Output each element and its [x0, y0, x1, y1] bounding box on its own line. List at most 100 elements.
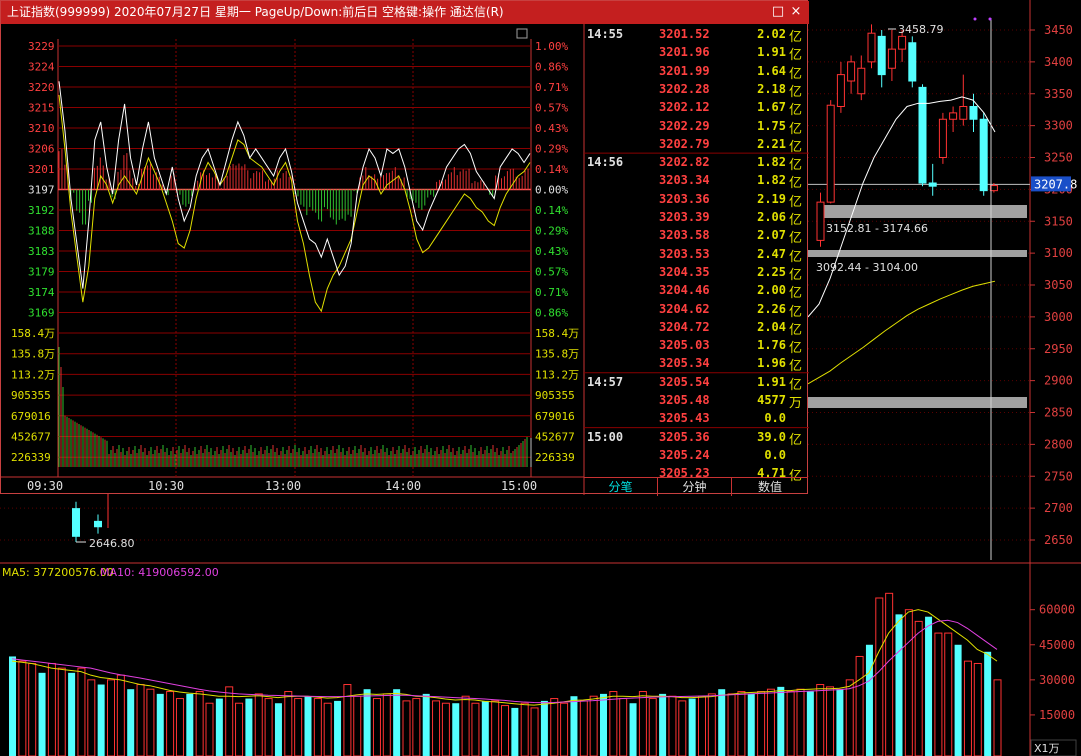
- vol-tick-label: 60000: [1039, 603, 1075, 617]
- volume-bar: [363, 689, 371, 756]
- volume-bar: [659, 693, 667, 756]
- vol-axis-label-right: 679016: [535, 410, 575, 423]
- volume-bar: [382, 693, 391, 756]
- tab-fenbi[interactable]: 分笔: [584, 478, 658, 496]
- volume-bar: [737, 691, 746, 756]
- pct-axis-label: 1.00%: [535, 40, 568, 53]
- trade-unit: 亿: [789, 66, 803, 82]
- volume-bar: [648, 698, 657, 756]
- trade-unit: 亿: [789, 377, 803, 393]
- price-tick-label: 3450: [1044, 23, 1073, 37]
- volume-bar: [461, 695, 470, 756]
- trade-unit: 亿: [789, 48, 803, 64]
- candle-body: [969, 106, 978, 120]
- trade-price: 3202.29: [659, 118, 710, 133]
- candle-body: [887, 48, 896, 69]
- trade-amount: 1.67: [757, 100, 786, 115]
- volume-bar: [146, 688, 155, 756]
- volume-bar: [452, 703, 460, 756]
- price-tick-label: 3350: [1044, 87, 1073, 101]
- trade-time: 15:00: [587, 429, 624, 444]
- volume-bar: [274, 703, 282, 756]
- volume-bar: [175, 698, 184, 756]
- volume-bar: [412, 698, 421, 756]
- trade-unit: 亿: [789, 304, 803, 320]
- volume-bar: [925, 616, 933, 756]
- volume-bar: [570, 696, 578, 756]
- trade-amount: 2.25: [757, 264, 786, 279]
- pct-axis-label: 0.57%: [535, 266, 568, 279]
- pct-axis-label: 0.86%: [535, 61, 568, 74]
- trade-amount: 2.21: [757, 136, 786, 151]
- volume-bar: [540, 700, 548, 756]
- price-axis-label: 3192: [28, 204, 55, 217]
- trade-amount: 2.04: [757, 319, 786, 334]
- price-tick-label: 2850: [1044, 406, 1073, 420]
- volume-bar: [589, 695, 598, 756]
- volume-bar: [688, 698, 696, 756]
- volume-bar: [334, 700, 342, 756]
- volume-bar: [855, 655, 864, 756]
- volume-bar: [47, 662, 56, 756]
- volume-bar: [718, 689, 726, 756]
- trade-unit: 亿: [789, 231, 803, 247]
- pct-axis-label: 0.71%: [535, 286, 568, 299]
- volume-bar: [766, 688, 775, 756]
- trade-price: 3204.46: [659, 283, 710, 298]
- pct-axis-label: 0.00%: [535, 184, 568, 197]
- time-axis-label: 13:00: [265, 479, 301, 493]
- price-tick-label: 3250: [1044, 151, 1073, 165]
- trade-price: 3203.34: [659, 173, 710, 188]
- volume-bar: [629, 703, 637, 756]
- volume-bar: [491, 700, 500, 756]
- trade-price: 3202.12: [659, 100, 710, 115]
- popup-title: 上证指数(999999) 2020年07月27日 星期一 PageUp/Down…: [7, 5, 504, 19]
- gap-band-2: [808, 250, 1027, 257]
- trade-time: 14:56: [587, 155, 624, 170]
- candle-body: [898, 35, 907, 50]
- tab-shuzhi[interactable]: 数值: [732, 478, 808, 496]
- volume-bar: [600, 693, 607, 756]
- trade-price: 3204.62: [659, 301, 710, 316]
- close-icon[interactable]: ×: [787, 1, 805, 24]
- trade-amount: 4577: [757, 393, 786, 407]
- gap-band-3: [808, 397, 1027, 408]
- volume-bar: [786, 691, 795, 756]
- trade-amount: 1.75: [757, 118, 786, 133]
- price-axis-label: 3220: [28, 81, 55, 94]
- candle-body: [979, 118, 988, 192]
- trade-amount: 2.06: [757, 210, 786, 224]
- price-tick-label: 3050: [1044, 278, 1073, 292]
- volume-bar: [619, 698, 628, 756]
- trade-unit: 万: [789, 396, 803, 411]
- pct-axis-label: 0.43%: [535, 122, 568, 135]
- trade-price: 3205.36: [659, 429, 710, 444]
- price-axis-label: 3183: [28, 245, 55, 258]
- tab-fenzhong[interactable]: 分钟: [658, 478, 732, 496]
- trade-price: 3201.99: [659, 63, 710, 78]
- restore-icon[interactable]: □: [769, 1, 787, 24]
- volume-bar: [18, 660, 27, 756]
- vol-ma10-line: [11, 619, 998, 704]
- trade-amount: 2.07: [757, 228, 786, 243]
- volume-bar: [806, 691, 814, 756]
- trade-unit: 亿: [789, 176, 803, 192]
- price-tick-label: 3150: [1044, 214, 1073, 228]
- volume-bar: [323, 702, 332, 756]
- candle-body: [857, 67, 866, 95]
- volume-bar: [944, 632, 953, 756]
- volume-bar: [481, 700, 489, 756]
- trade-unit: 亿: [789, 267, 803, 283]
- volume-bar: [284, 691, 293, 756]
- vol-axis-label: 679016: [11, 410, 51, 423]
- volume-bar: [520, 702, 529, 756]
- price-tick-label: 2800: [1044, 437, 1073, 451]
- popup-titlebar[interactable]: 上证指数(999999) 2020年07月27日 星期一 PageUp/Down…: [1, 1, 809, 24]
- trade-price: 3205.48: [659, 393, 710, 407]
- trade-unit: 亿: [789, 341, 803, 357]
- volume-bar: [678, 700, 687, 756]
- vol-tick-label: 45000: [1039, 638, 1075, 652]
- volume-bar: [934, 632, 943, 756]
- price-tick-label: 3400: [1044, 55, 1073, 69]
- trade-price: 3204.35: [659, 264, 710, 279]
